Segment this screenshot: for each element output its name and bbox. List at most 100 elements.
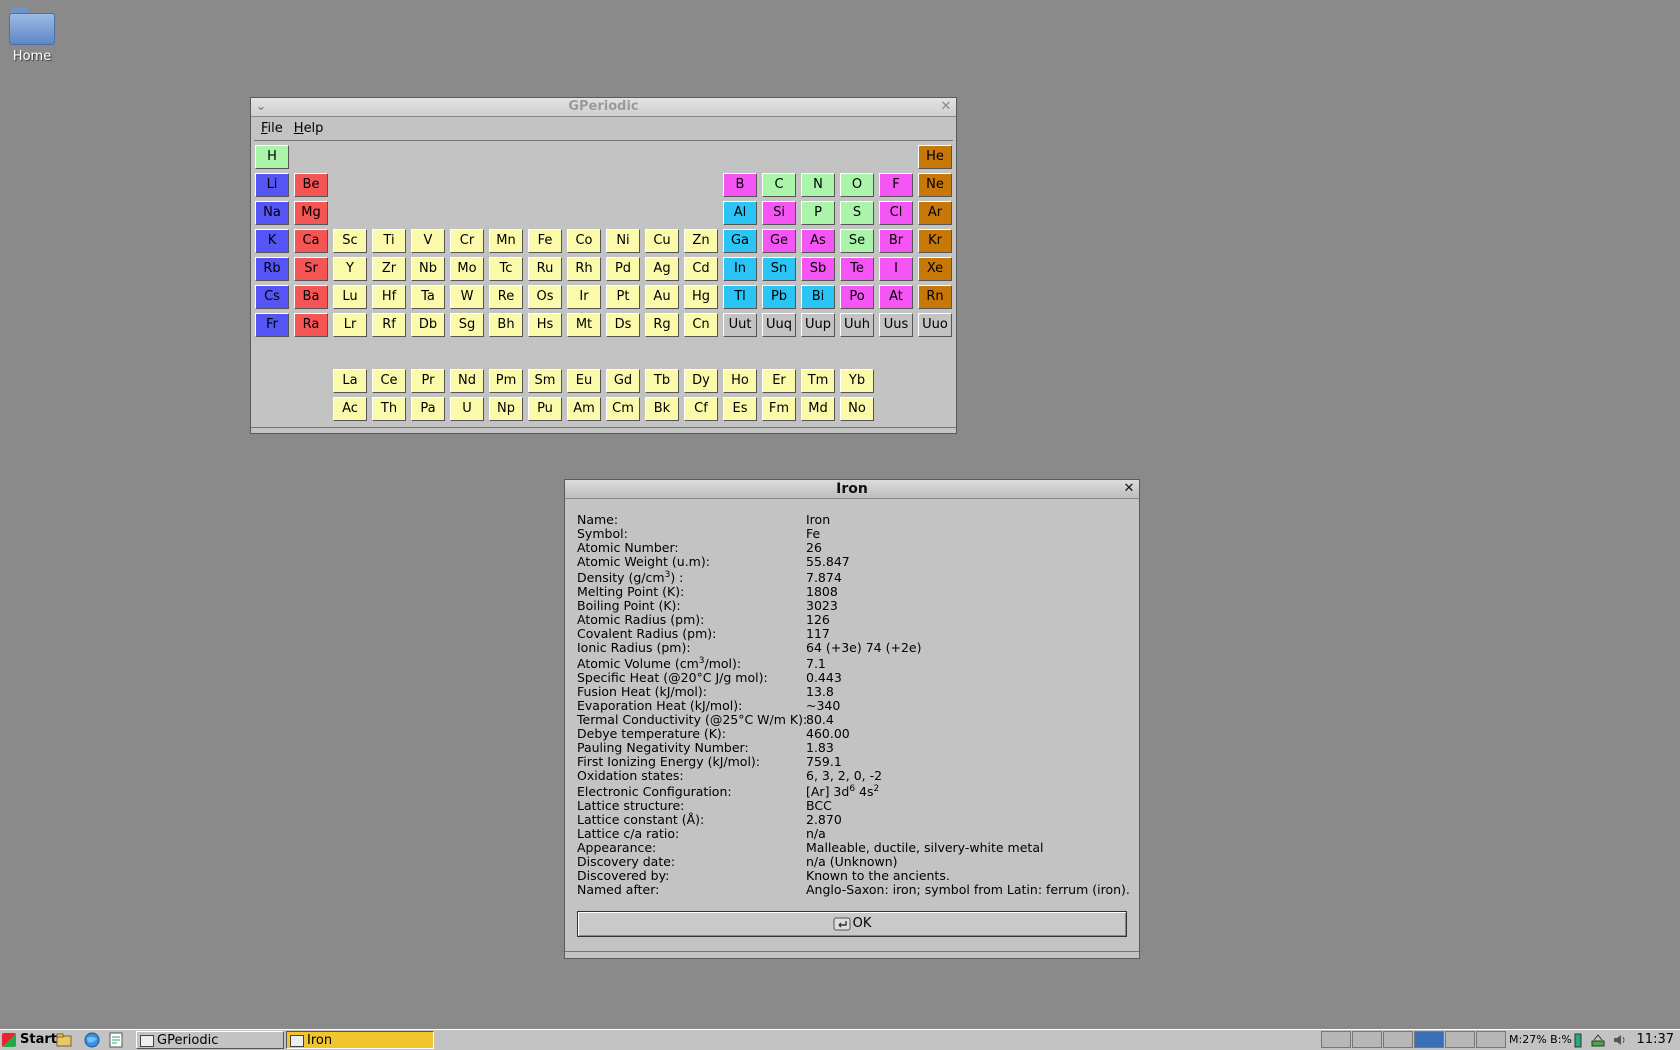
element-button-cf[interactable]: Cf [684,397,718,421]
gperiodic-titlebar[interactable]: ⌄ GPeriodic ✕ [251,98,956,117]
element-button-rg[interactable]: Rg [645,313,679,337]
element-button-gd[interactable]: Gd [606,369,640,393]
workspace-3[interactable] [1383,1031,1413,1048]
element-button-th[interactable]: Th [372,397,406,421]
element-button-br[interactable]: Br [879,229,913,253]
element-button-ne[interactable]: Ne [918,173,952,197]
element-button-ta[interactable]: Ta [411,285,445,309]
element-button-am[interactable]: Am [567,397,601,421]
element-button-li[interactable]: Li [255,173,289,197]
element-button-ga[interactable]: Ga [723,229,757,253]
element-button-os[interactable]: Os [528,285,562,309]
element-button-hf[interactable]: Hf [372,285,406,309]
element-button-hs[interactable]: Hs [528,313,562,337]
element-button-sc[interactable]: Sc [333,229,367,253]
element-button-ac[interactable]: Ac [333,397,367,421]
element-button-fm[interactable]: Fm [762,397,796,421]
task-gperiodic[interactable]: GPeriodic [136,1031,284,1049]
element-button-sr[interactable]: Sr [294,257,328,281]
workspace-6[interactable] [1476,1031,1506,1048]
element-button-w[interactable]: W [450,285,484,309]
element-button-db[interactable]: Db [411,313,445,337]
element-button-er[interactable]: Er [762,369,796,393]
element-button-rb[interactable]: Rb [255,257,289,281]
element-button-ds[interactable]: Ds [606,313,640,337]
menu-file[interactable]: File [257,118,287,140]
element-button-mo[interactable]: Mo [450,257,484,281]
element-button-lr[interactable]: Lr [333,313,367,337]
dialog-titlebar[interactable]: Iron ✕ [565,480,1139,499]
element-button-ru[interactable]: Ru [528,257,562,281]
element-button-md[interactable]: Md [801,397,835,421]
element-button-na[interactable]: Na [255,201,289,225]
element-button-tb[interactable]: Tb [645,369,679,393]
element-button-mn[interactable]: Mn [489,229,523,253]
element-button-cn[interactable]: Cn [684,313,718,337]
workspace-1[interactable] [1321,1031,1351,1048]
element-button-uuq[interactable]: Uuq [762,313,796,337]
element-button-o[interactable]: O [840,173,874,197]
menu-help[interactable]: Help [290,118,328,140]
element-button-zn[interactable]: Zn [684,229,718,253]
element-button-cr[interactable]: Cr [450,229,484,253]
element-button-ti[interactable]: Ti [372,229,406,253]
element-button-ba[interactable]: Ba [294,285,328,309]
browser-launcher-icon[interactable] [84,1032,100,1048]
element-button-ho[interactable]: Ho [723,369,757,393]
editor-launcher-icon[interactable] [108,1032,124,1048]
close-icon[interactable]: ✕ [1121,480,1137,498]
element-button-cl[interactable]: Cl [879,201,913,225]
start-button[interactable]: Start [0,1031,61,1049]
element-button-cs[interactable]: Cs [255,285,289,309]
element-button-pu[interactable]: Pu [528,397,562,421]
folder-launcher-icon[interactable] [56,1032,72,1048]
element-button-he[interactable]: He [918,145,952,169]
element-button-fr[interactable]: Fr [255,313,289,337]
element-button-at[interactable]: At [879,285,913,309]
element-button-eu[interactable]: Eu [567,369,601,393]
element-button-rn[interactable]: Rn [918,285,952,309]
workspace-2[interactable] [1352,1031,1382,1048]
element-button-in[interactable]: In [723,257,757,281]
element-button-pb[interactable]: Pb [762,285,796,309]
element-button-s[interactable]: S [840,201,874,225]
element-button-uuh[interactable]: Uuh [840,313,874,337]
element-button-tc[interactable]: Tc [489,257,523,281]
element-button-kr[interactable]: Kr [918,229,952,253]
task-iron[interactable]: Iron [286,1031,434,1049]
element-button-la[interactable]: La [333,369,367,393]
element-button-tl[interactable]: Tl [723,285,757,309]
element-button-n[interactable]: N [801,173,835,197]
element-button-uut[interactable]: Uut [723,313,757,337]
element-button-te[interactable]: Te [840,257,874,281]
element-button-y[interactable]: Y [333,257,367,281]
element-button-sn[interactable]: Sn [762,257,796,281]
element-button-be[interactable]: Be [294,173,328,197]
element-button-cu[interactable]: Cu [645,229,679,253]
element-button-tm[interactable]: Tm [801,369,835,393]
element-button-re[interactable]: Re [489,285,523,309]
element-button-v[interactable]: V [411,229,445,253]
element-button-rh[interactable]: Rh [567,257,601,281]
element-button-bh[interactable]: Bh [489,313,523,337]
element-button-c[interactable]: C [762,173,796,197]
element-button-dy[interactable]: Dy [684,369,718,393]
element-button-mt[interactable]: Mt [567,313,601,337]
element-button-uup[interactable]: Uup [801,313,835,337]
element-button-mg[interactable]: Mg [294,201,328,225]
element-button-ar[interactable]: Ar [918,201,952,225]
element-button-ra[interactable]: Ra [294,313,328,337]
element-button-fe[interactable]: Fe [528,229,562,253]
element-button-se[interactable]: Se [840,229,874,253]
ok-button[interactable]: OK [577,911,1127,937]
element-button-ce[interactable]: Ce [372,369,406,393]
home-desktop-icon[interactable]: Home [6,8,58,64]
element-button-sm[interactable]: Sm [528,369,562,393]
element-button-np[interactable]: Np [489,397,523,421]
element-button-ni[interactable]: Ni [606,229,640,253]
element-button-pa[interactable]: Pa [411,397,445,421]
element-button-nd[interactable]: Nd [450,369,484,393]
element-button-cm[interactable]: Cm [606,397,640,421]
element-button-co[interactable]: Co [567,229,601,253]
element-button-u[interactable]: U [450,397,484,421]
